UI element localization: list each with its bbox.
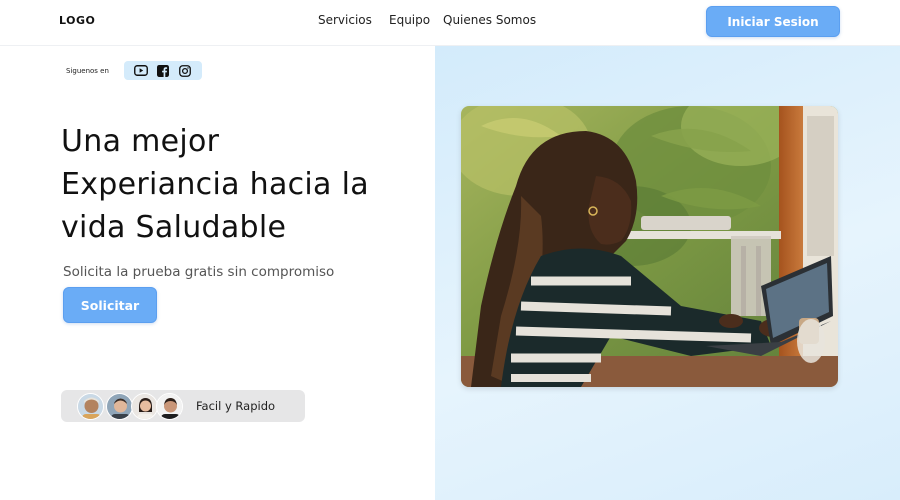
headline-line-2: Experiancia hacia la [61, 167, 369, 202]
hero-photo [461, 106, 838, 387]
avatar [156, 393, 183, 420]
hero-subtitle: Solicita la prueba gratis sin compromiso [63, 264, 335, 280]
request-trial-button[interactable]: Solicitar [63, 287, 157, 323]
hero-headline: Una mejor Experiancia hacia la vida Salu… [61, 120, 431, 249]
avatars-badge: Facil y Rapido [61, 390, 305, 422]
avatar [106, 393, 133, 420]
logo[interactable]: LOGO [59, 14, 95, 27]
social-links [124, 61, 202, 80]
nav-link-servicios[interactable]: Servicios [318, 13, 372, 27]
headline-line-3: vida Saludable [61, 210, 287, 245]
avatar [131, 393, 158, 420]
follow-us-label: Siguenos en [66, 67, 109, 75]
facebook-icon[interactable] [156, 64, 171, 77]
instagram-icon[interactable] [178, 64, 193, 77]
nav-link-equipo[interactable]: Equipo [389, 13, 430, 27]
top-navigation-bar: LOGO Servicios Equipo Quienes Somos Inic… [0, 0, 900, 46]
avatar [77, 393, 104, 420]
youtube-icon[interactable] [134, 64, 149, 77]
fast-easy-label: Facil y Rapido [196, 399, 276, 413]
headline-line-1: Una mejor [61, 124, 220, 159]
nav-link-quienes-somos[interactable]: Quienes Somos [443, 13, 536, 27]
login-button[interactable]: Iniciar Sesion [706, 6, 840, 37]
